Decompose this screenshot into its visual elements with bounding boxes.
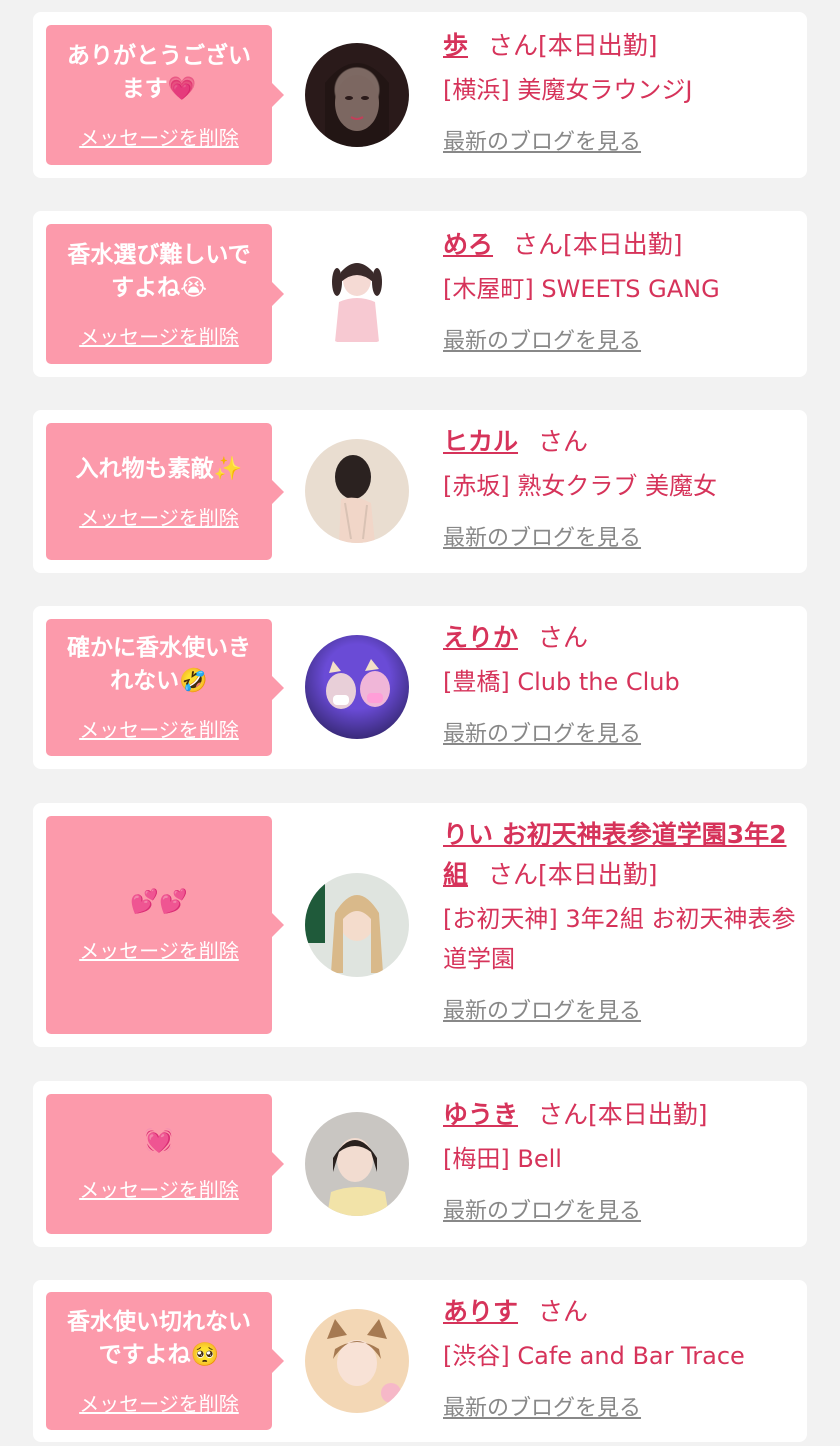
cast-info: ヒカル さん [赤坂] 熟女クラブ 美魔女 最新のブログを見る — [443, 422, 795, 552]
attendance-status: [本日出勤] — [588, 1100, 708, 1129]
shop-name: [梅田] Bell — [443, 1145, 562, 1173]
cast-info: ゆうき さん[本日出勤] [梅田] Bell 最新のブログを見る — [443, 1095, 795, 1225]
attendance-status: [本日出勤] — [538, 860, 658, 889]
avatar[interactable] — [305, 439, 409, 543]
avatar[interactable] — [305, 1112, 409, 1216]
list-item: ありがとうございます💗 メッセージを削除 歩さん[本日出勤] [横浜] 美魔女ラ… — [33, 12, 807, 178]
list-item: 香水使い切れないですよね🥺 メッセージを削除 ありす さん [渋谷] Cafe a… — [33, 1280, 807, 1442]
honorific: さん — [513, 230, 564, 259]
avatar[interactable] — [305, 43, 409, 147]
avatar-photo — [327, 1319, 401, 1403]
avatar-photo — [332, 263, 382, 342]
cast-info: 歩さん[本日出勤] [横浜] 美魔女ラウンジJ 最新のブログを見る — [443, 26, 795, 156]
list-item: 入れ物も素敵✨ メッセージを削除 ヒカル さん [赤坂] 熟女クラブ 美魔女 最新… — [33, 410, 807, 573]
message-text: 香水選び難しいですよね😭 — [67, 241, 251, 301]
avatar[interactable] — [305, 635, 409, 739]
avatar[interactable] — [305, 242, 409, 346]
message-bubble: ありがとうございます💗 メッセージを削除 — [46, 25, 284, 165]
view-blog-link[interactable]: 最新のブログを見る — [443, 1193, 641, 1225]
list-item: 確かに香水使いきれない🤣 メッセージを削除 えりか さん [豊橋] Club th… — [33, 606, 807, 769]
shop-name: [豊橋] Club the Club — [443, 668, 680, 696]
shop-name: [木屋町] SWEETS GANG — [443, 275, 720, 303]
shop-name: [横浜] 美魔女ラウンジJ — [443, 76, 693, 104]
delete-message-link[interactable]: メッセージを削除 — [79, 502, 239, 531]
honorific: さん — [538, 623, 589, 652]
cast-name-link[interactable]: めろ — [443, 230, 493, 259]
message-text: 💓 — [144, 1128, 174, 1154]
avatar-photo — [326, 659, 390, 709]
delete-message-link[interactable]: メッセージを削除 — [79, 321, 239, 350]
cast-info: ありす さん [渋谷] Cafe and Bar Trace 最新のブログを見る — [443, 1292, 795, 1422]
message-text: ありがとうございます💗 — [67, 42, 251, 102]
attendance-status: [本日出勤] — [538, 31, 658, 60]
name-line: 歩さん[本日出勤] — [443, 26, 795, 66]
name-line: ヒカル さん — [443, 422, 795, 462]
name-line: りい お初天神表参道学園3年2組 さん[本日出勤] — [443, 815, 799, 895]
message-text: 香水使い切れないですよね🥺 — [67, 1308, 251, 1368]
honorific: さん — [538, 1297, 589, 1326]
shop-name: [お初天神] 3年2組 お初天神表参道学園 — [443, 905, 796, 973]
delete-message-link[interactable]: メッセージを削除 — [79, 1388, 239, 1417]
list-item: 💕💕 メッセージを削除 りい お初天神表参道学園3年2組 さん[本日出勤] [お初… — [33, 803, 807, 1047]
honorific: さん — [488, 31, 539, 60]
avatar-photo — [335, 455, 375, 543]
cast-name-link[interactable]: えりか — [443, 623, 518, 652]
name-line: ありす さん — [443, 1292, 795, 1332]
message-bubble: 確かに香水使いきれない🤣 メッセージを削除 — [46, 619, 284, 756]
message-bubble: 香水使い切れないですよね🥺 メッセージを削除 — [46, 1292, 284, 1430]
avatar-photo — [305, 883, 383, 973]
cast-name-link[interactable]: ありす — [443, 1297, 518, 1326]
honorific: さん — [488, 860, 539, 889]
cast-info: めろ さん[本日出勤] [木屋町] SWEETS GANG 最新のブログを見る — [443, 225, 795, 355]
delete-message-link[interactable]: メッセージを削除 — [79, 935, 239, 964]
avatar-photo — [325, 63, 389, 147]
message-text: 確かに香水使いきれない🤣 — [67, 635, 251, 694]
shop-name: [渋谷] Cafe and Bar Trace — [443, 1342, 745, 1370]
message-text: 入れ物も素敵✨ — [75, 455, 243, 482]
message-bubble: 入れ物も素敵✨ メッセージを削除 — [46, 423, 284, 560]
message-text: 💕💕 — [130, 889, 188, 915]
name-line: えりか さん — [443, 618, 795, 658]
message-bubble: 💕💕 メッセージを削除 — [46, 816, 284, 1034]
name-line: ゆうき さん[本日出勤] — [443, 1095, 795, 1135]
cast-name-link[interactable]: ゆうき — [443, 1100, 518, 1129]
honorific: さん — [538, 427, 589, 456]
delete-message-link[interactable]: メッセージを削除 — [79, 714, 239, 743]
view-blog-link[interactable]: 最新のブログを見る — [443, 520, 641, 552]
view-blog-link[interactable]: 最新のブログを見る — [443, 124, 641, 156]
cast-info: えりか さん [豊橋] Club the Club 最新のブログを見る — [443, 618, 795, 748]
cast-name-link[interactable]: ヒカル — [443, 427, 518, 456]
message-bubble: 香水選び難しいですよね😭 メッセージを削除 — [46, 224, 284, 364]
message-bubble: 💓 メッセージを削除 — [46, 1094, 284, 1234]
avatar[interactable] — [305, 873, 409, 977]
honorific: さん — [538, 1100, 589, 1129]
view-blog-link[interactable]: 最新のブログを見る — [443, 323, 641, 355]
view-blog-link[interactable]: 最新のブログを見る — [443, 993, 641, 1025]
list-item: 💓 メッセージを削除 ゆうき さん[本日出勤] [梅田] Bell 最新のブログを… — [33, 1081, 807, 1247]
delete-message-link[interactable]: メッセージを削除 — [79, 122, 239, 151]
avatar-photo — [327, 1138, 389, 1216]
view-blog-link[interactable]: 最新のブログを見る — [443, 1390, 641, 1422]
view-blog-link[interactable]: 最新のブログを見る — [443, 716, 641, 748]
cast-name-link[interactable]: 歩 — [443, 31, 468, 60]
avatar[interactable] — [305, 1309, 409, 1413]
attendance-status: [本日出勤] — [563, 230, 683, 259]
list-item: 香水選び難しいですよね😭 メッセージを削除 めろ さん[本日出勤] [木屋町] S… — [33, 211, 807, 377]
delete-message-link[interactable]: メッセージを削除 — [79, 1174, 239, 1203]
cast-info: りい お初天神表参道学園3年2組 さん[本日出勤] [お初天神] 3年2組 お初天… — [443, 815, 799, 1025]
shop-name: [赤坂] 熟女クラブ 美魔女 — [443, 472, 717, 500]
name-line: めろ さん[本日出勤] — [443, 225, 795, 265]
